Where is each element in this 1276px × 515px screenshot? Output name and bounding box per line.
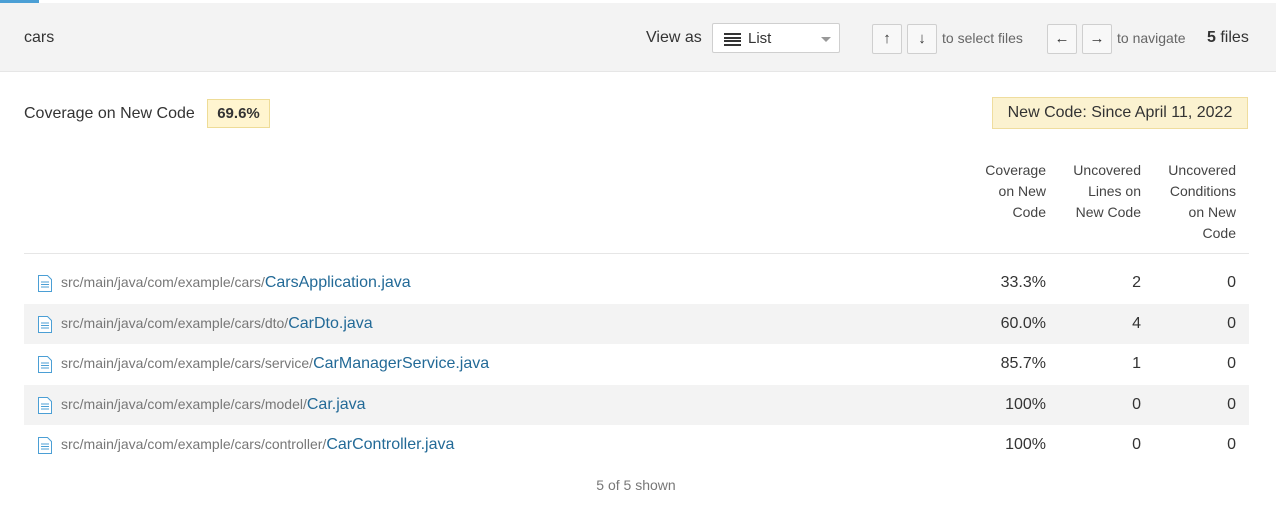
uncovered-lines-cell[interactable]: 1 [1132, 355, 1141, 373]
column-header-line: Lines on [1088, 183, 1141, 199]
table-row[interactable]: src/main/java/com/example/cars/model/Car… [24, 384, 1249, 425]
navigate-hint: to navigate [1117, 30, 1186, 46]
file-path: src/main/java/com/example/cars/service/C… [61, 355, 489, 373]
file-link[interactable]: CarsApplication.java [265, 274, 411, 291]
column-header-line: Code [1012, 204, 1046, 220]
new-code-period-badge: New Code: Since April 11, 2022 [992, 97, 1248, 129]
coverage-value-badge: 69.6% [207, 99, 270, 128]
column-header-line: New Code [1075, 204, 1141, 220]
files-count-label: files [1220, 29, 1249, 46]
file-dir: src/main/java/com/example/cars/dto/ [61, 314, 289, 331]
file-icon [38, 396, 52, 414]
uncovered-conditions-cell[interactable]: 0 [1227, 274, 1236, 292]
file-dir: src/main/java/com/example/cars/model/ [61, 395, 307, 412]
coverage-cell[interactable]: 60.0% [1001, 315, 1046, 333]
file-dir: src/main/java/com/example/cars/service/ [61, 355, 314, 371]
column-header-line: Uncovered [1168, 162, 1236, 178]
file-link[interactable]: CarController.java [326, 436, 454, 453]
list-icon [724, 33, 741, 46]
table-row[interactable]: src/main/java/com/example/cars/controlle… [24, 425, 1249, 466]
uncovered-lines-cell[interactable]: 4 [1132, 315, 1141, 333]
file-path: src/main/java/com/example/cars/model/Car… [61, 396, 366, 414]
coverage-cell[interactable]: 100% [1005, 396, 1046, 414]
table-row[interactable]: src/main/java/com/example/cars/dto/CarDt… [24, 303, 1249, 344]
coverage-label: Coverage on New Code [24, 105, 195, 122]
uncovered-conditions-cell[interactable]: 0 [1227, 315, 1236, 333]
files-count: 5 files [1207, 29, 1249, 47]
file-path: src/main/java/com/example/cars/dto/CarDt… [61, 315, 373, 333]
navigate-back-button[interactable]: ← [1047, 24, 1077, 54]
uncovered-conditions-cell[interactable]: 0 [1227, 355, 1236, 373]
file-path: src/main/java/com/example/cars/CarsAppli… [61, 274, 411, 292]
coverage-cell[interactable]: 33.3% [1001, 274, 1046, 292]
file-link[interactable]: CarDto.java [288, 315, 372, 332]
breadcrumb[interactable]: cars [24, 29, 54, 47]
table-row[interactable]: src/main/java/com/example/cars/service/C… [24, 344, 1249, 385]
files-count-number: 5 [1207, 29, 1216, 46]
file-icon [38, 275, 52, 292]
file-path: src/main/java/com/example/cars/controlle… [61, 436, 454, 454]
toolbar: cars View as List ↑ ↓ to select files ← … [0, 3, 1276, 72]
coverage-cell[interactable]: 85.7% [1001, 355, 1046, 373]
column-header-coverage[interactable]: Coverage on New Code [985, 160, 1046, 223]
view-as-select[interactable]: List [712, 23, 840, 53]
header-divider [24, 253, 1249, 254]
uncovered-conditions-cell[interactable]: 0 [1227, 396, 1236, 414]
file-link[interactable]: CarManagerService.java [313, 355, 489, 372]
uncovered-conditions-cell[interactable]: 0 [1227, 436, 1236, 454]
shown-count: 5 of 5 shown [596, 477, 676, 493]
file-icon [38, 315, 52, 333]
file-dir: src/main/java/com/example/cars/controlle… [61, 436, 327, 452]
file-icon [38, 356, 52, 373]
file-icon [38, 437, 52, 454]
file-dir: src/main/java/com/example/cars/ [61, 274, 265, 290]
file-link[interactable]: Car.java [307, 396, 366, 413]
chevron-down-icon [821, 37, 831, 42]
column-header-line: Coverage [985, 162, 1046, 178]
column-header-line: on New [998, 183, 1046, 199]
table-row[interactable]: src/main/java/com/example/cars/CarsAppli… [24, 263, 1249, 304]
view-as-label: View as [646, 29, 702, 46]
column-header-line: Code [1202, 225, 1236, 241]
uncovered-lines-cell[interactable]: 0 [1132, 396, 1141, 414]
files-table: src/main/java/com/example/cars/CarsAppli… [24, 263, 1249, 466]
select-files-hint: to select files [942, 30, 1023, 46]
view-as-value: List [748, 30, 772, 47]
uncovered-lines-cell[interactable]: 2 [1132, 274, 1141, 292]
column-header-uncovered-lines[interactable]: Uncovered Lines on New Code [1073, 160, 1141, 223]
select-up-button[interactable]: ↑ [872, 24, 902, 54]
select-down-button[interactable]: ↓ [907, 24, 937, 54]
column-header-line: Conditions [1169, 183, 1236, 199]
column-header-line: on New [1188, 204, 1236, 220]
column-header-line: Uncovered [1073, 162, 1141, 178]
column-header-uncovered-conditions[interactable]: Uncovered Conditions on New Code [1168, 160, 1236, 244]
coverage-cell[interactable]: 100% [1005, 436, 1046, 454]
uncovered-lines-cell[interactable]: 0 [1132, 436, 1141, 454]
navigate-forward-button[interactable]: → [1082, 24, 1112, 54]
